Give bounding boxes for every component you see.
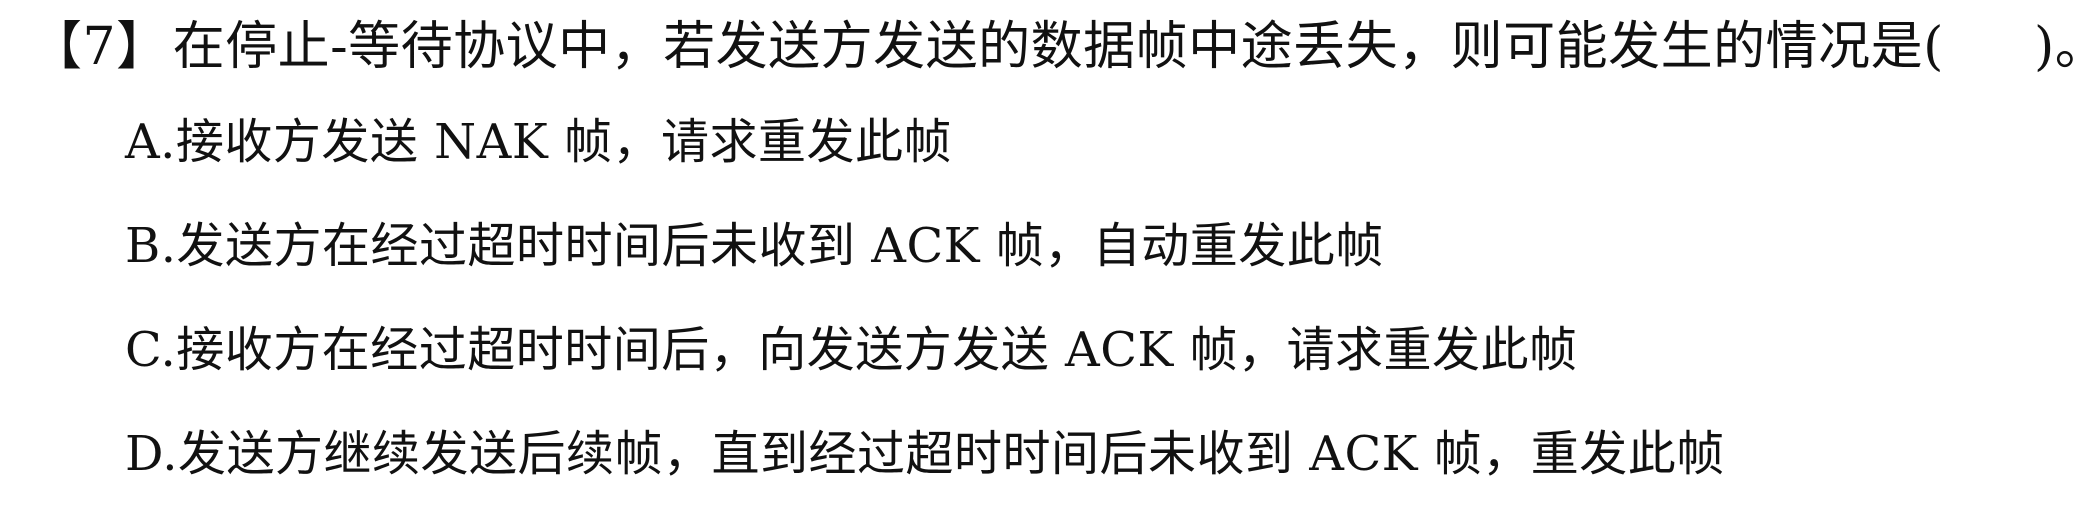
- question-number: 【7】: [30, 17, 169, 77]
- question-text-end: )。: [2033, 17, 2081, 77]
- options-list: A.接收方发送 NAK 帧，请求重发此帧 B.发送方在经过超时时间后未收到 AC…: [30, 112, 2060, 528]
- option-d: D.发送方继续发送后续帧，直到经过超时时间后未收到 ACK 帧，重发此帧: [125, 426, 1725, 482]
- option-b: B.发送方在经过超时时间后未收到 ACK 帧，自动重发此帧: [125, 218, 1384, 274]
- option-c: C.接收方在经过超时时间后，向发送方发送 ACK 帧，请求重发此帧: [125, 322, 1578, 378]
- option-a: A.接收方发送 NAK 帧，请求重发此帧: [125, 114, 952, 170]
- question-block: 【7】在停止-等待协议中，若发送方发送的数据帧中途丢失，则可能发生的情况是( )。…: [30, 10, 2081, 528]
- question-text: 在停止-等待协议中，若发送方发送的数据帧中途丢失，则可能发生的情况是(: [172, 17, 1944, 77]
- question-stem: 【7】在停止-等待协议中，若发送方发送的数据帧中途丢失，则可能发生的情况是( )。: [30, 10, 2081, 84]
